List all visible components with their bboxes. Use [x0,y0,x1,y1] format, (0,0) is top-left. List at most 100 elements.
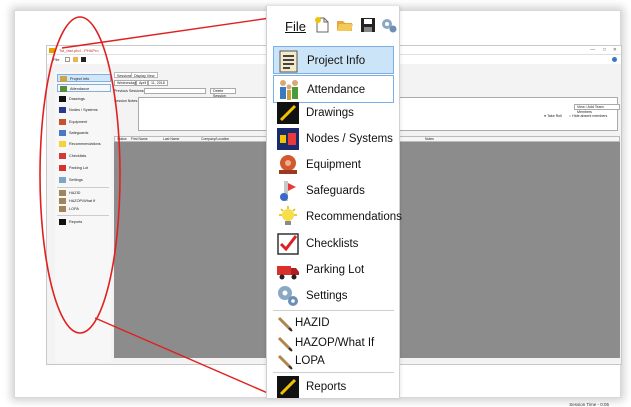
sidebar-item-label: Parking Lot [69,166,89,170]
sidebar-item-label: Drawings [69,97,85,101]
sidebar-item-label: Settings [306,290,348,302]
pencil-icon [59,190,66,196]
parking-lot-icon [277,266,299,280]
reports-icon [59,219,66,225]
sidebar-item-drawings[interactable]: Drawings [273,99,394,127]
sidebar-item-project-info[interactable]: Project Info [273,46,394,74]
take-roll-radio[interactable]: ● Take Roll [544,114,562,118]
sidebar-item-equipment[interactable]: Equipment [273,151,394,179]
sidebar-item-hazid[interactable]: HAZID [57,189,111,197]
save-icon[interactable] [359,16,377,34]
sidebar-item-reports[interactable]: Reports [273,373,394,401]
sidebar-item-recommendations[interactable]: Recommendations [57,140,111,148]
sidebar-item-label: LOPA [69,207,79,211]
sidebar-item-label: Project Info [70,77,90,81]
sidebar-item-label: Drawings [306,107,354,119]
sidebar-item-safeguards[interactable]: Safeguards [273,177,394,205]
sidebar-item-checklists[interactable]: Checklists [273,230,394,258]
maximize-button[interactable]: □ [603,47,606,53]
app-icon [49,48,55,53]
sidebar-item-label: Equipment [306,159,361,171]
project-info-icon [279,50,298,73]
date-rest[interactable]: 11, 2018 [148,80,168,86]
sidebar-item-label: Equipment [69,120,88,124]
sidebar-item-hazop[interactable]: HAZOP/What If [57,197,111,205]
sidebar-item-nodes[interactable]: Nodes / Systems [57,106,111,114]
nodes-systems-icon [277,128,299,150]
sidebar-item-nodes-systems[interactable]: Nodes / Systems [273,125,394,153]
project-info-icon [60,76,67,82]
settings-icon [59,177,66,183]
sidebar-item-label: Recommendations [69,142,101,146]
settings-gear-icon[interactable] [380,16,398,34]
sidebar-item-label: Settings [69,178,83,182]
hide-absent-radio[interactable]: ○ Hide absent members [569,114,607,118]
take-roll-label: Take Roll [547,114,562,118]
close-button[interactable]: ✕ [613,47,617,53]
minimize-button[interactable]: — [590,47,595,53]
sidebar-item-lopa[interactable]: LOPA [57,205,111,213]
sidebar-item-checklists[interactable]: Checklists [57,152,111,160]
sidebar-item-label: Recommendations [306,211,402,223]
sidebar-item-label: HAZOP/What If [69,199,96,203]
checklists-icon [59,153,66,159]
new-file-icon[interactable] [313,16,331,34]
checklists-icon [277,233,299,255]
tab-display-view[interactable]: Display View [131,72,158,78]
sidebar-item-label: HAZID [295,317,330,329]
reports-icon [277,376,299,398]
sidebar-item-recommendations[interactable]: Recommendations [273,203,402,231]
new-file-icon[interactable] [65,57,70,62]
settings-icon [278,286,298,306]
previous-sessions-select[interactable] [144,88,206,94]
sidebar-item-label: Parking Lot [306,264,365,276]
open-folder-icon[interactable] [336,16,354,34]
sidebar-item-parking-lot[interactable]: Parking Lot [273,256,394,284]
save-icon[interactable] [81,57,86,62]
divider [57,215,109,216]
hide-absent-label: Hide absent members [572,114,608,118]
equipment-icon [59,119,66,125]
sidebar-item-drawings[interactable]: Drawings [57,95,111,103]
sidebar-item-label: Project Info [307,55,366,67]
sidebar-item-attendance[interactable]: Attendance [57,84,111,92]
recommendations-icon [59,141,66,147]
pencil-icon [59,206,66,212]
sidebar-item-reports[interactable]: Reports [57,218,111,226]
file-menu[interactable]: File [53,57,59,62]
divider [57,187,109,188]
sidebar-item-label: Attendance [70,87,90,91]
file-menu-zoomed[interactable]: File [285,19,306,34]
sidebar-small: Project Info Attendance Drawings Nodes /… [55,72,111,362]
drawings-icon [277,102,299,124]
drawings-icon [59,96,66,102]
sidebar-item-parking-lot[interactable]: Parking Lot [57,164,111,172]
zoomed-menu-bar: File [267,6,401,46]
previous-sessions-label: Previous Sessions: [114,89,145,93]
sidebar-item-project-info[interactable]: Project Info [57,74,111,82]
sidebar-item-lopa[interactable]: LOPA [273,350,394,372]
sidebar-item-label: Reports [306,381,347,393]
sidebar-item-label: HAZID [69,191,81,195]
sidebar-item-safeguards[interactable]: Safeguards [57,129,111,137]
pencil-icon [59,198,66,204]
zoomed-sidebar: File Project Info Attendance Drawings No… [266,6,402,401]
recommendations-icon [279,206,297,225]
sidebar-item-equipment[interactable]: Equipment [57,118,111,126]
window-title: Tst_fast.phd - PHAPro [59,48,99,53]
date-day[interactable]: Wednesday [114,80,136,86]
sidebar-item-label: Safeguards [306,185,365,197]
help-icon[interactable] [612,57,617,62]
view-add-team-members-button[interactable]: View / Add Team Members [574,104,620,114]
session-notes-label: Session Notes: [114,99,139,103]
attendance-icon [60,86,67,92]
sidebar-item-settings[interactable]: Settings [273,282,394,310]
sidebar-item-settings[interactable]: Settings [57,176,111,184]
date-month[interactable]: April [136,80,148,86]
sidebar-item-label: Reports [69,220,83,224]
delete-session-button[interactable]: Delete Session [210,88,236,98]
sidebar-item-hazid[interactable]: HAZID [273,312,394,334]
open-folder-icon[interactable] [73,57,78,62]
pencil-icon [277,354,293,370]
divider [273,310,394,311]
